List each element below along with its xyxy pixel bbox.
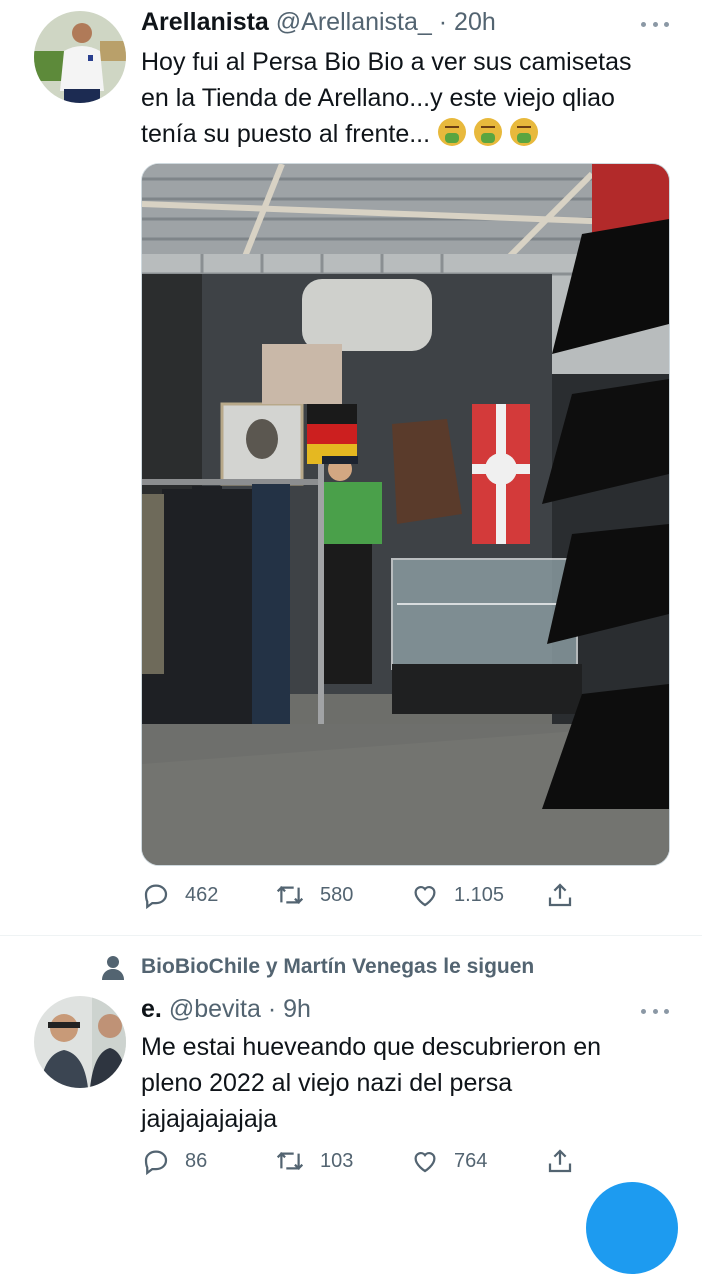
user-handle[interactable]: @Arellanista_ — [276, 8, 432, 36]
like-button[interactable]: 1.105 — [410, 880, 504, 910]
timestamp[interactable]: · 20h — [439, 8, 496, 36]
like-button[interactable]: 764 — [410, 1146, 487, 1176]
tweet-reply[interactable]: e. @bevita · 9h Me estai hueveando que d… — [0, 990, 702, 1200]
like-count: 764 — [454, 1149, 488, 1172]
tweet-text: Me estai hueveando que descubrieron en p… — [141, 1029, 681, 1137]
more-options-icon[interactable] — [641, 20, 669, 28]
heart-icon — [414, 886, 436, 907]
share-icon — [548, 883, 572, 907]
tweet-text: Hoy fui al Persa Bio Bio a ver sus camis… — [141, 44, 681, 152]
reply-count: 462 — [185, 883, 219, 906]
compose-tweet-button[interactable] — [586, 1182, 678, 1274]
more-options-icon[interactable] — [641, 1007, 669, 1015]
reply-icon — [144, 1150, 168, 1176]
tweet-text-line: tenía su puesto al frente... — [141, 116, 681, 152]
avatar[interactable] — [34, 11, 126, 103]
social-context[interactable]: BioBioChile y Martín Venegas le siguen — [141, 955, 534, 979]
reply-icon — [144, 884, 168, 910]
divider — [0, 935, 702, 936]
reply-count: 86 — [185, 1149, 208, 1172]
heart-icon — [414, 1152, 436, 1173]
display-name[interactable]: e. — [141, 995, 162, 1023]
reply-button[interactable]: 462 — [141, 880, 218, 910]
tweet-photo[interactable] — [141, 163, 670, 866]
tweet-main[interactable]: Arellanista @Arellanista_ · 20h Hoy fui … — [0, 0, 702, 935]
retweet-button[interactable]: 580 — [274, 880, 353, 910]
tweet-text-line: pleno 2022 al viejo nazi del persa — [141, 1069, 513, 1097]
tweet-text-line: jajajajajajaja — [141, 1105, 278, 1133]
retweet-icon — [276, 1152, 304, 1170]
reply-button[interactable]: 86 — [141, 1146, 207, 1176]
share-button[interactable] — [545, 1146, 589, 1176]
share-icon — [548, 1149, 572, 1173]
tweet-text-line: Me estai hueveando que descubrieron en — [141, 1033, 602, 1061]
retweet-icon — [276, 886, 304, 904]
retweet-count: 103 — [320, 1149, 354, 1172]
user-handle[interactable]: @bevita — [169, 995, 261, 1023]
nauseated-face-emoji-icon — [474, 118, 503, 146]
retweet-count: 580 — [320, 883, 354, 906]
share-button[interactable] — [545, 880, 589, 910]
tweet-header: e. @bevita · 9h — [141, 995, 311, 1024]
social-context-icon — [101, 955, 125, 986]
like-count: 1.105 — [454, 883, 505, 906]
retweet-button[interactable]: 103 — [274, 1146, 353, 1176]
nauseated-face-emoji-icon — [510, 118, 539, 146]
nauseated-face-emoji-icon — [438, 118, 467, 146]
display-name[interactable]: Arellanista — [141, 8, 269, 36]
tweet-text-line: Hoy fui al Persa Bio Bio a ver sus camis… — [141, 48, 632, 76]
avatar[interactable] — [34, 996, 126, 1088]
tweet-header: Arellanista @Arellanista_ · 20h — [141, 8, 496, 37]
tweet-text-line: en la Tienda de Arellano...y este viejo … — [141, 84, 615, 112]
timestamp[interactable]: · 9h — [268, 995, 311, 1023]
